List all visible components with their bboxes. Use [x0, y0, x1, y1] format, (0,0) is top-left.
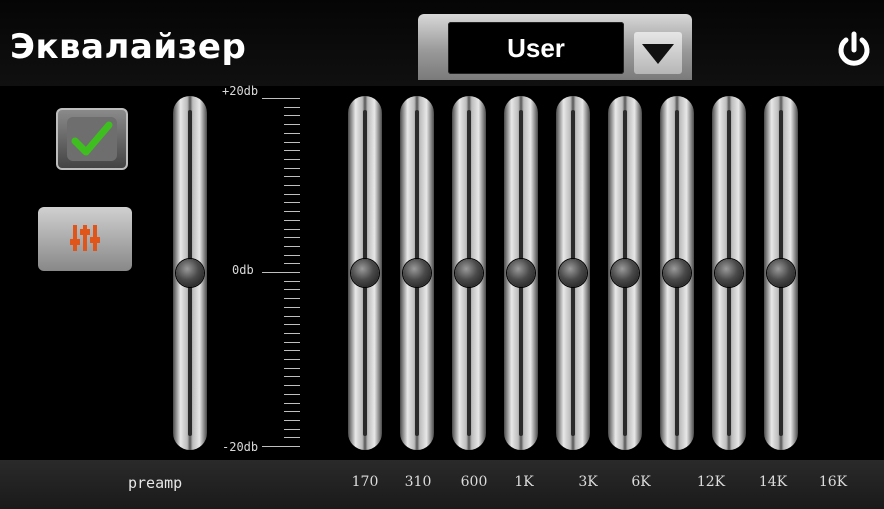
scale-tick	[284, 202, 300, 204]
slider-knob[interactable]	[767, 259, 795, 287]
band-label: 1K	[514, 474, 534, 490]
scale-tick	[284, 341, 300, 343]
scale-tick	[284, 419, 300, 421]
slider-knob[interactable]	[455, 259, 483, 287]
equalizer-settings-button[interactable]	[38, 207, 132, 271]
scale-tick	[284, 411, 300, 413]
band-slider-1k[interactable]	[504, 96, 538, 450]
scale-tick	[284, 280, 300, 282]
power-button[interactable]	[834, 30, 874, 70]
preamp-label: preamp	[128, 474, 183, 492]
scale-label-top: +20db	[222, 84, 259, 98]
scale-tick	[262, 98, 300, 99]
slider-knob[interactable]	[611, 259, 639, 287]
preset-value[interactable]: User	[448, 22, 624, 74]
slider-knob[interactable]	[507, 259, 535, 287]
band-slider-600[interactable]	[452, 96, 486, 450]
scale-tick	[284, 124, 300, 126]
db-scale: +20db 0db -20db	[220, 84, 310, 460]
scale-tick	[284, 167, 300, 169]
band-label: 310	[404, 474, 432, 490]
slider-knob[interactable]	[663, 259, 691, 287]
scale-tick	[284, 393, 300, 395]
scale-tick	[262, 446, 300, 447]
scale-tick	[284, 324, 300, 326]
band-slider-6k[interactable]	[608, 96, 642, 450]
preamp-slider[interactable]	[173, 96, 207, 450]
page-title: Эквалайзер	[10, 27, 247, 67]
scale-tick	[284, 376, 300, 378]
slider-knob[interactable]	[351, 259, 379, 287]
band-label: 3K	[578, 474, 598, 490]
band-slider-170[interactable]	[348, 96, 382, 450]
scale-tick	[284, 306, 300, 308]
scale-tick	[284, 315, 300, 317]
slider-knob[interactable]	[715, 259, 743, 287]
scale-tick	[284, 245, 300, 247]
scale-tick	[284, 219, 300, 221]
scale-tick	[284, 263, 300, 265]
chevron-down-icon	[642, 44, 674, 64]
scale-tick	[284, 150, 300, 152]
band-label: 12K	[696, 474, 726, 490]
scale-tick	[284, 254, 300, 256]
slider-knob[interactable]	[176, 259, 204, 287]
scale-label-bottom: -20db	[222, 440, 259, 454]
scale-tick	[284, 228, 300, 230]
equalizer-sliders-icon	[70, 225, 100, 251]
preset-dropdown-button[interactable]	[634, 32, 682, 74]
slider-knob[interactable]	[403, 259, 431, 287]
scale-tick	[284, 158, 300, 160]
scale-tick	[284, 437, 300, 439]
band-slider-3k[interactable]	[556, 96, 590, 450]
scale-tick	[284, 176, 300, 178]
scale-tick	[262, 272, 300, 273]
band-label: 16K	[818, 474, 848, 490]
scale-tick	[284, 298, 300, 300]
scale-tick	[284, 237, 300, 239]
scale-tick	[284, 106, 300, 108]
scale-tick	[284, 141, 300, 143]
scale-tick	[284, 350, 300, 352]
scale-tick	[284, 115, 300, 117]
scale-tick	[284, 211, 300, 213]
scale-tick	[284, 428, 300, 430]
band-label: 6K	[631, 474, 651, 490]
scale-tick	[284, 132, 300, 134]
band-label: 14K	[758, 474, 788, 490]
scale-tick	[284, 385, 300, 387]
scale-tick	[284, 185, 300, 186]
scale-tick	[284, 332, 300, 334]
scale-tick	[284, 367, 300, 369]
band-slider-310[interactable]	[400, 96, 434, 450]
apply-button[interactable]	[56, 108, 128, 170]
band-slider-14k[interactable]	[712, 96, 746, 450]
band-label: 170	[351, 474, 379, 490]
checkmark-icon	[67, 117, 117, 161]
band-slider-16k[interactable]	[764, 96, 798, 450]
scale-label-middle: 0db	[232, 263, 254, 277]
scale-tick	[284, 193, 300, 195]
band-slider-12k[interactable]	[660, 96, 694, 450]
power-icon	[838, 31, 870, 66]
scale-tick	[284, 289, 300, 291]
scale-tick	[284, 402, 300, 404]
scale-tick	[284, 359, 300, 360]
slider-knob[interactable]	[559, 259, 587, 287]
